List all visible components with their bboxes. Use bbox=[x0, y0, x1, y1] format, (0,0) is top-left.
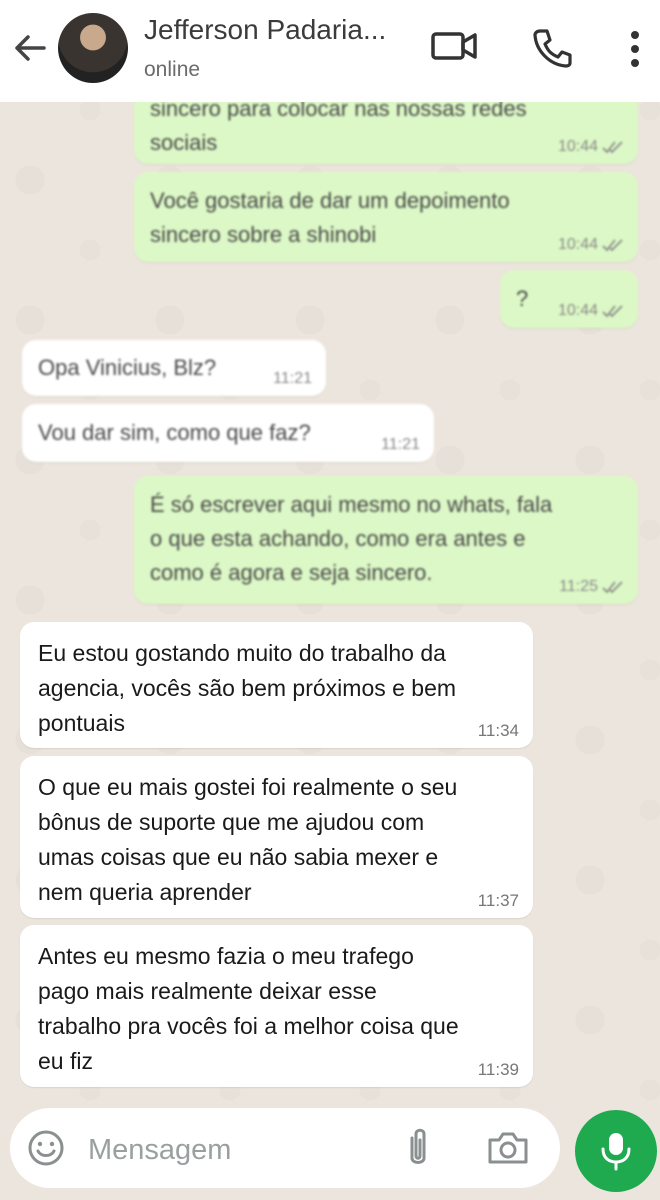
chat-header: Jefferson Padaria... online bbox=[0, 0, 660, 102]
message-text: Antes eu mesmo fazia o meu trafego pago … bbox=[38, 943, 459, 1074]
voice-message-button[interactable] bbox=[575, 1110, 657, 1192]
message-text: sincero para colocar nas nossas redes so… bbox=[150, 102, 527, 155]
message-bubble-outgoing[interactable]: sincero para colocar nas nossas redes so… bbox=[134, 102, 638, 164]
double-check-icon bbox=[602, 581, 623, 594]
message-text: Eu estou gostando muito do trabalho da a… bbox=[38, 640, 457, 736]
attach-button[interactable] bbox=[406, 1126, 430, 1175]
double-check-icon bbox=[602, 239, 623, 252]
message-bubble-outgoing[interactable]: É só escrever aqui mesmo no whats, fala … bbox=[134, 476, 638, 604]
message-bubble-outgoing[interactable]: Você gostaria de dar um depoimento since… bbox=[134, 172, 638, 262]
message-text: Opa Vinicius, Blz? bbox=[38, 355, 217, 380]
message-bubble-incoming[interactable]: O que eu mais gostei foi realmente o seu… bbox=[20, 756, 533, 918]
double-check-icon bbox=[602, 305, 623, 318]
back-arrow-icon bbox=[15, 35, 46, 61]
emoji-icon bbox=[28, 1130, 64, 1166]
message-time: 10:44 bbox=[557, 302, 598, 319]
message-bubble-incoming[interactable]: Antes eu mesmo fazia o meu trafego pago … bbox=[20, 925, 533, 1087]
message-time: 11:21 bbox=[273, 370, 312, 387]
mic-icon bbox=[601, 1133, 631, 1171]
message-meta: 11:39 bbox=[478, 1061, 519, 1079]
message-input[interactable]: Mensagem bbox=[88, 1134, 231, 1167]
message-meta: 11:25 bbox=[559, 578, 624, 596]
camera-button[interactable] bbox=[486, 1128, 530, 1173]
message-time: 11:21 bbox=[381, 436, 420, 453]
message-meta: 11:34 bbox=[478, 722, 519, 740]
contact-status: online bbox=[144, 58, 201, 81]
camera-icon bbox=[488, 1132, 528, 1164]
phone-icon bbox=[533, 29, 572, 68]
message-meta: 10:44 bbox=[558, 138, 624, 156]
message-bubble-incoming[interactable]: Opa Vinicius, Blz? 11:21 bbox=[22, 340, 326, 396]
video-call-icon bbox=[431, 32, 477, 60]
back-button[interactable] bbox=[10, 28, 50, 68]
message-time: 11:39 bbox=[477, 1060, 519, 1079]
attach-icon bbox=[410, 1128, 426, 1164]
message-bubble-incoming[interactable]: Vou dar sim, como que faz? 11:21 bbox=[22, 404, 434, 462]
message-text: O que eu mais gostei foi realmente o seu… bbox=[38, 774, 458, 905]
message-time: 10:44 bbox=[557, 138, 598, 155]
message-meta: 10:44 bbox=[558, 236, 624, 254]
contact-avatar[interactable] bbox=[58, 13, 128, 83]
message-bubble-outgoing[interactable]: ? 10:44 bbox=[500, 270, 638, 328]
emoji-button[interactable] bbox=[26, 1128, 66, 1173]
message-list[interactable]: sincero para colocar nas nossas redes so… bbox=[0, 102, 660, 1092]
message-time: 10:44 bbox=[557, 236, 598, 253]
message-composer[interactable]: Mensagem bbox=[10, 1108, 560, 1188]
message-meta: 11:37 bbox=[478, 892, 519, 910]
message-time: 11:34 bbox=[477, 721, 519, 740]
message-meta: 11:21 bbox=[273, 370, 312, 388]
message-text: Vou dar sim, como que faz? bbox=[38, 420, 311, 445]
video-call-button[interactable] bbox=[430, 26, 478, 71]
message-time: 11:37 bbox=[477, 891, 519, 910]
message-bubble-incoming[interactable]: Eu estou gostando muito do trabalho da a… bbox=[20, 622, 533, 748]
message-text: Você gostaria de dar um depoimento since… bbox=[150, 188, 510, 247]
message-text: É só escrever aqui mesmo no whats, fala … bbox=[150, 492, 553, 585]
voice-call-button[interactable] bbox=[530, 26, 574, 75]
contact-name[interactable]: Jefferson Padaria... bbox=[144, 14, 386, 46]
more-options-icon bbox=[631, 31, 639, 67]
message-meta: 11:21 bbox=[381, 436, 420, 454]
message-time: 11:25 bbox=[559, 578, 598, 595]
more-options-button[interactable] bbox=[630, 30, 640, 75]
message-meta: 10:44 bbox=[558, 302, 624, 320]
double-check-icon bbox=[602, 141, 623, 154]
